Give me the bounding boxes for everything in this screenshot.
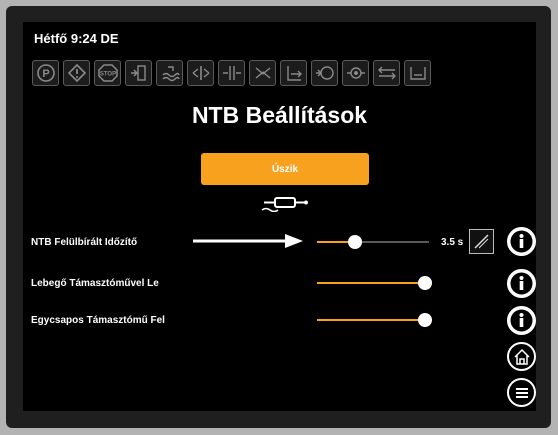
bucket-icon[interactable] (404, 60, 431, 86)
override-toggle[interactable] (469, 229, 494, 254)
float-icon[interactable] (373, 60, 400, 86)
float-mode-button[interactable]: Úszik (201, 153, 369, 185)
fork-position-icon[interactable] (249, 60, 276, 86)
forward-reach-icon[interactable] (280, 60, 307, 86)
info-button-float-support[interactable] (507, 269, 536, 298)
info-button-timer[interactable] (507, 227, 536, 256)
float-support-down-slider[interactable] (317, 276, 432, 290)
stop-icon[interactable]: STOP (94, 60, 121, 86)
side-shift-icon[interactable] (187, 60, 214, 86)
info-icon (510, 272, 533, 295)
menu-button[interactable] (507, 378, 536, 407)
info-icon (510, 309, 533, 332)
single-pin-support-up-label: Egycsapos Támasztómű Fel (31, 315, 165, 326)
timer-override-slider[interactable] (317, 235, 429, 249)
timer-override-label: NTB Felülbírált Időzítő (31, 237, 138, 248)
float-support-down-label: Lebegő Támasztóművel Le (31, 278, 159, 289)
warning-icon[interactable] (63, 60, 90, 86)
svg-text:P: P (42, 68, 49, 80)
status-day: Hétfő (34, 31, 68, 46)
parking-brake-icon[interactable]: P (32, 60, 59, 86)
info-icon (510, 230, 533, 253)
svg-text:STOP: STOP (99, 72, 115, 78)
function-icon-bar: P STOP (32, 60, 431, 88)
sensor-icon[interactable] (342, 60, 369, 86)
slider-knob[interactable] (348, 235, 363, 249)
pointer-arrow (193, 234, 303, 248)
hydraulic-cylinder-icon (261, 197, 308, 212)
single-pin-support-up-slider[interactable] (317, 313, 432, 327)
info-button-single-pin[interactable] (507, 306, 536, 335)
slider-fill (317, 282, 425, 284)
display-screen: Hétfő 9:24 DE P STOP NTB Beállítások Úsz… (23, 22, 536, 411)
home-button[interactable] (507, 342, 536, 371)
timer-override-value: 3.5 s (441, 237, 464, 248)
mast-tilt-icon[interactable] (125, 60, 152, 86)
fork-spread-icon[interactable] (218, 60, 245, 86)
slider-knob[interactable] (418, 276, 432, 290)
slider-knob[interactable] (418, 313, 432, 327)
page-title: NTB Beállítások (191, 102, 368, 128)
status-bar: Hétfő 9:24 DE (34, 31, 119, 46)
slider-fill (317, 319, 425, 321)
status-time: 9:24 DE (70, 31, 119, 46)
home-icon (513, 348, 530, 365)
water-level-icon[interactable] (156, 60, 183, 86)
menu-icon (515, 387, 528, 398)
valve-icon[interactable] (311, 60, 338, 86)
